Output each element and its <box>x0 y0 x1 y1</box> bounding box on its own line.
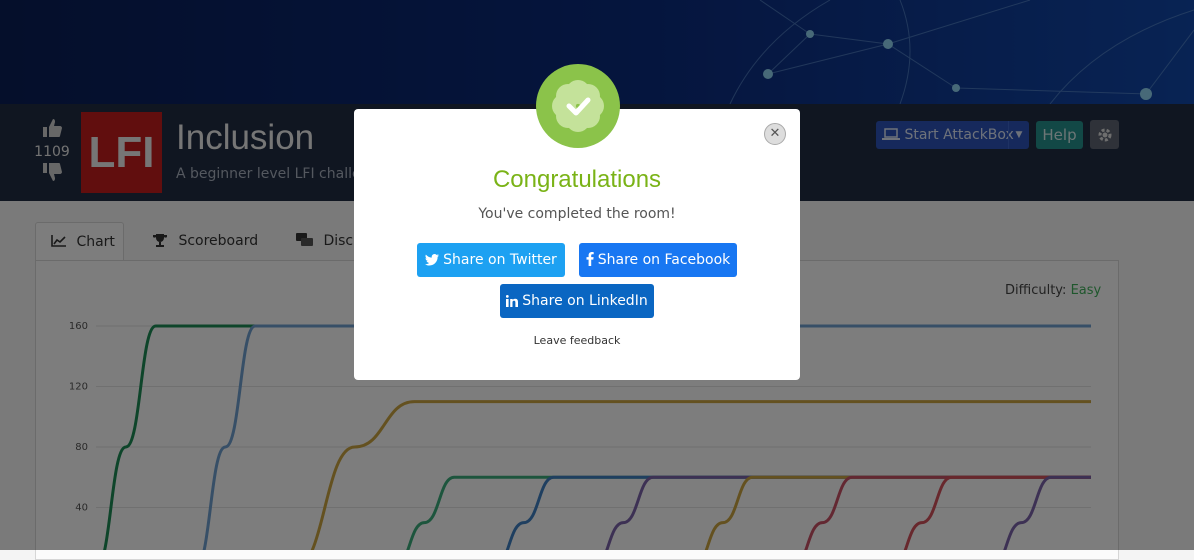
close-icon: ✕ <box>769 126 781 141</box>
facebook-icon <box>586 252 598 268</box>
share-twitter-label: Share on Twitter <box>443 252 557 268</box>
share-linkedin-button[interactable]: Share on LinkedIn <box>500 284 654 318</box>
linkedin-icon <box>506 293 522 309</box>
success-badge <box>536 64 620 148</box>
share-twitter-button[interactable]: Share on Twitter <box>417 243 565 277</box>
share-facebook-label: Share on Facebook <box>597 252 731 268</box>
twitter-icon <box>425 252 443 268</box>
modal-title: Congratulations <box>492 166 662 193</box>
modal-message: You've completed the room! <box>478 206 676 222</box>
share-linkedin-label: Share on LinkedIn <box>522 293 648 309</box>
leave-feedback-link[interactable]: Leave feedback <box>354 334 800 347</box>
share-facebook-button[interactable]: Share on Facebook <box>579 243 737 277</box>
check-badge-icon <box>536 80 620 152</box>
close-modal-button[interactable]: ✕ <box>764 123 786 145</box>
